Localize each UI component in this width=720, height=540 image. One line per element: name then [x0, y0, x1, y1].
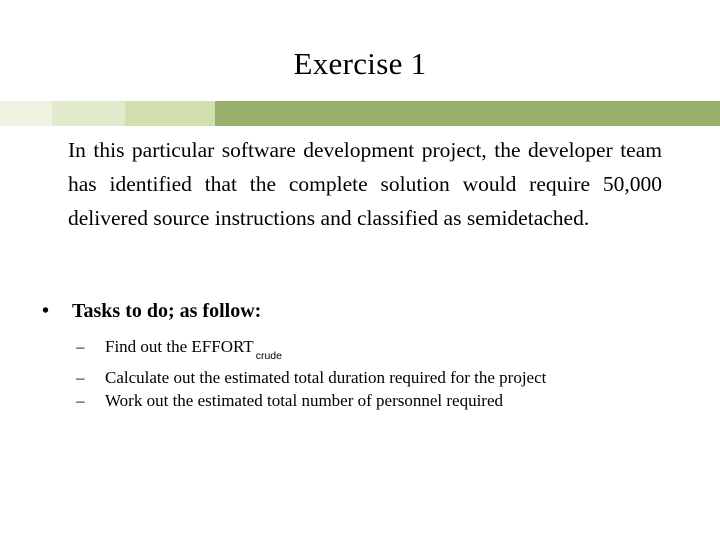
bullet-dash-icon: – — [76, 337, 85, 356]
slide-body: In this particular software development … — [0, 133, 720, 413]
sub-bullet-subscript: crude — [255, 350, 282, 363]
decor-bar-segment-2 — [52, 101, 125, 126]
sub-bullet-label: Calculate out the estimated total durati… — [105, 367, 547, 387]
sub-bullet-list: – Find out the EFFORTcrude – Calculate o… — [0, 335, 720, 413]
slide: Exercise 1 In this particular software d… — [0, 0, 720, 540]
sublist-spacer — [0, 324, 720, 335]
decor-bar-segment-1 — [0, 101, 52, 126]
bullet-dot-icon: • — [42, 300, 50, 322]
sub-bullet-label: Work out the estimated total number of p… — [105, 391, 504, 411]
bullet-dash-icon: – — [76, 367, 85, 387]
body-paragraph: In this particular software development … — [68, 138, 662, 230]
list-item: – Find out the EFFORTcrude — [0, 335, 720, 366]
bullet-list: • Tasks to do; as follow: — [0, 298, 720, 324]
title-decoration-bar — [0, 101, 720, 126]
list-item: – Calculate out the estimated total dura… — [0, 366, 720, 390]
bullet-label: Tasks to do; as follow: — [72, 300, 262, 322]
list-item: – Work out the estimated total number of… — [0, 389, 720, 413]
page-title: Exercise 1 — [293, 46, 427, 81]
decor-bar-segment-3 — [125, 101, 215, 126]
bullet-dash-icon: – — [76, 391, 85, 411]
decor-bar-segment-4 — [215, 101, 720, 126]
sub-bullet-label: Find out the EFFORT — [105, 337, 254, 356]
list-item: • Tasks to do; as follow: — [0, 298, 720, 324]
